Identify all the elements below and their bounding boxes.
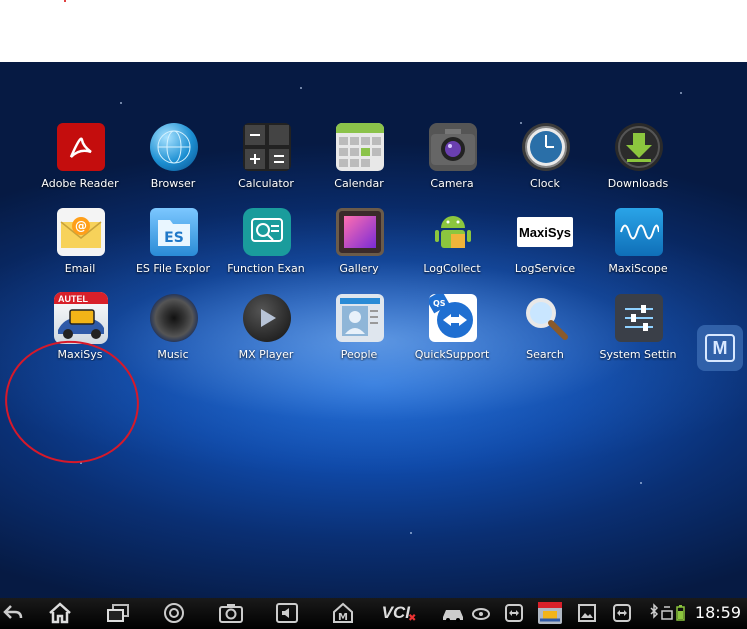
app-label: Downloads bbox=[607, 177, 669, 190]
app-calculator[interactable]: Calculator bbox=[220, 123, 312, 207]
app-logservice[interactable]: MaxiSys LogService bbox=[499, 208, 591, 292]
clock-icon bbox=[522, 123, 570, 171]
vci-label: VCI bbox=[381, 603, 410, 622]
calendar-icon bbox=[336, 123, 384, 171]
android-icon bbox=[429, 208, 477, 256]
email-icon: @ bbox=[57, 208, 105, 256]
home-button[interactable] bbox=[46, 601, 74, 625]
app-camera[interactable]: Camera bbox=[406, 123, 498, 207]
maxisys-home-icon[interactable]: M bbox=[330, 601, 356, 625]
app-browser[interactable]: Browser bbox=[127, 123, 219, 207]
gallery-tray-icon[interactable] bbox=[576, 601, 598, 625]
volume-icon[interactable] bbox=[273, 601, 301, 625]
svg-text:@: @ bbox=[75, 219, 87, 233]
app-system-settings[interactable]: System Settin bbox=[592, 294, 684, 378]
browser-globe-icon bbox=[150, 123, 198, 171]
app-email[interactable]: @ Email bbox=[34, 208, 126, 292]
es-file-explorer-icon: ES bbox=[150, 208, 198, 256]
app-label: MaxiScope bbox=[608, 262, 668, 275]
app-maxiscope[interactable]: MaxiScope bbox=[592, 208, 684, 292]
app-label: LogCollect bbox=[423, 262, 481, 275]
chrome-icon[interactable] bbox=[161, 601, 187, 625]
top-white-margin bbox=[0, 0, 747, 62]
car-eye-icon[interactable] bbox=[440, 601, 492, 625]
svg-text:ES: ES bbox=[164, 230, 184, 246]
app-label: Clock bbox=[530, 177, 560, 190]
app-label: Browser bbox=[150, 177, 196, 190]
adobe-reader-icon bbox=[57, 123, 105, 171]
app-downloads[interactable]: Downloads bbox=[592, 123, 684, 207]
settings-sliders-icon bbox=[615, 294, 663, 342]
app-calendar[interactable]: Calendar bbox=[313, 123, 405, 207]
app-label: Email bbox=[64, 262, 96, 275]
qs-badge-text: QS bbox=[433, 299, 446, 308]
app-search[interactable]: Search bbox=[499, 294, 591, 378]
maxisys-logo-text: MaxiSys bbox=[518, 224, 572, 240]
function-exam-icon bbox=[243, 208, 291, 256]
floating-button-label: M bbox=[705, 334, 735, 362]
app-label: MX Player bbox=[238, 348, 294, 361]
gallery-icon bbox=[336, 208, 384, 256]
app-label: System Settin bbox=[599, 348, 677, 361]
app-logcollect[interactable]: LogCollect bbox=[406, 208, 498, 292]
status-clock: 18:59 bbox=[694, 603, 741, 622]
recent-apps-button[interactable] bbox=[104, 601, 132, 625]
magnifier-icon bbox=[522, 294, 570, 342]
app-quicksupport[interactable]: QS QuickSupport bbox=[406, 294, 498, 378]
autel-brand-text: AUTEL bbox=[58, 294, 88, 304]
app-mx-player[interactable]: MX Player bbox=[220, 294, 312, 378]
app-clock[interactable]: Clock bbox=[499, 123, 591, 207]
maxiscope-icon bbox=[615, 208, 663, 256]
system-navbar: M VCI ✖ 18:59 bbox=[0, 598, 747, 629]
quicksupport-icon: QS bbox=[429, 294, 477, 342]
app-music[interactable]: Music bbox=[127, 294, 219, 378]
app-label: ES File Explor bbox=[135, 262, 211, 275]
downloads-icon bbox=[615, 123, 663, 171]
vci-disconnected-icon: ✖ bbox=[407, 612, 417, 624]
app-label: Function Exan bbox=[227, 262, 305, 275]
maxisys-floating-button[interactable]: M bbox=[697, 325, 743, 371]
app-label: Adobe Reader bbox=[41, 177, 119, 190]
app-gallery[interactable]: Gallery bbox=[313, 208, 405, 292]
app-label: Gallery bbox=[339, 262, 379, 275]
maxisys-tray-icon[interactable] bbox=[537, 601, 563, 625]
app-label: QuickSupport bbox=[414, 348, 490, 361]
stray-dot bbox=[64, 0, 66, 2]
app-label: Search bbox=[526, 348, 564, 361]
app-label: Music bbox=[157, 348, 189, 361]
back-button[interactable] bbox=[2, 601, 24, 625]
app-people[interactable]: People bbox=[313, 294, 405, 378]
maxisys-app-icon: AUTEL bbox=[54, 292, 108, 344]
calculator-icon bbox=[243, 123, 291, 171]
teamviewer-tray-icon[interactable] bbox=[503, 601, 525, 625]
teamviewer-tray-icon-2[interactable] bbox=[611, 601, 633, 625]
camera-icon bbox=[429, 123, 477, 171]
screenshot-camera-icon[interactable] bbox=[217, 601, 245, 625]
maxisys-logo-icon: MaxiSys bbox=[517, 217, 573, 247]
svg-text:M: M bbox=[338, 612, 348, 623]
app-function-exam[interactable]: Function Exan bbox=[220, 208, 312, 292]
play-icon bbox=[243, 294, 291, 342]
app-label: Calculator bbox=[238, 177, 294, 190]
vci-status[interactable]: VCI ✖ bbox=[379, 601, 419, 625]
app-label: Camera bbox=[430, 177, 474, 190]
speaker-icon bbox=[150, 294, 198, 342]
status-icons[interactable] bbox=[648, 601, 692, 625]
app-es-file-explorer[interactable]: ES ES File Explor bbox=[127, 208, 219, 292]
app-adobe-reader[interactable]: Adobe Reader bbox=[34, 123, 126, 207]
app-label: Calendar bbox=[334, 177, 384, 190]
home-screen: Adobe Reader Browser Calculator Calendar… bbox=[0, 62, 747, 598]
people-icon bbox=[336, 294, 384, 342]
app-label: LogService bbox=[514, 262, 576, 275]
app-label: People bbox=[340, 348, 378, 361]
